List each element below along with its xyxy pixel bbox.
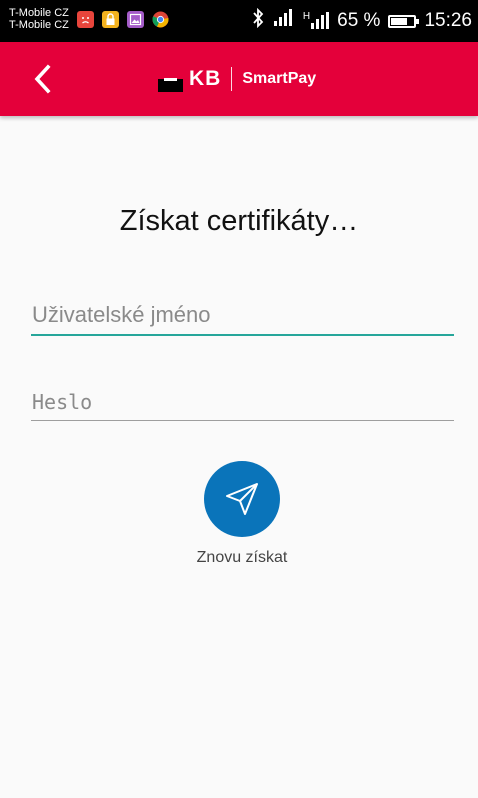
password-field-container bbox=[31, 390, 454, 421]
battery-percent: 65 % bbox=[337, 10, 381, 31]
carrier-name-2: T-Mobile CZ bbox=[9, 19, 69, 31]
retrieve-again-label: Znovu získat bbox=[196, 549, 288, 566]
send-icon bbox=[226, 483, 258, 515]
username-input[interactable] bbox=[31, 302, 454, 334]
logo-kb-text: KB bbox=[189, 67, 222, 90]
chrome-icon bbox=[152, 11, 169, 28]
page-title: Získat certifikáty… bbox=[119, 205, 359, 237]
status-bar: T-Mobile CZ T-Mobile CZ H 65 % 15:26 bbox=[0, 0, 478, 42]
carrier-info: T-Mobile CZ T-Mobile CZ bbox=[9, 7, 69, 31]
notification-icons bbox=[77, 11, 169, 28]
kb-logo-icon bbox=[158, 66, 183, 92]
bluetooth-icon bbox=[251, 7, 265, 34]
app-logo: KB SmartPay bbox=[158, 66, 316, 92]
battery-icon bbox=[388, 14, 420, 28]
status-indicators: H 65 % 15:26 bbox=[251, 7, 472, 34]
app-bar: KB SmartPay bbox=[0, 42, 478, 116]
sad-face-icon bbox=[77, 11, 94, 28]
username-field-container bbox=[31, 302, 454, 336]
signal-h-icon: H bbox=[302, 11, 330, 30]
carrier-name-1: T-Mobile CZ bbox=[9, 7, 69, 19]
back-button[interactable] bbox=[22, 59, 62, 99]
gallery-icon bbox=[127, 11, 144, 28]
logo-separator bbox=[231, 67, 233, 91]
lock-icon bbox=[102, 11, 119, 28]
network-type-label: H bbox=[302, 11, 311, 22]
clock: 15:26 bbox=[424, 10, 472, 31]
chevron-left-icon bbox=[34, 64, 51, 94]
password-input[interactable] bbox=[31, 390, 454, 420]
password-underline bbox=[31, 420, 454, 421]
logo-app-name: SmartPay bbox=[242, 70, 317, 87]
username-underline bbox=[31, 334, 454, 336]
signal-icon bbox=[273, 9, 295, 33]
retrieve-again-button[interactable] bbox=[204, 461, 280, 537]
